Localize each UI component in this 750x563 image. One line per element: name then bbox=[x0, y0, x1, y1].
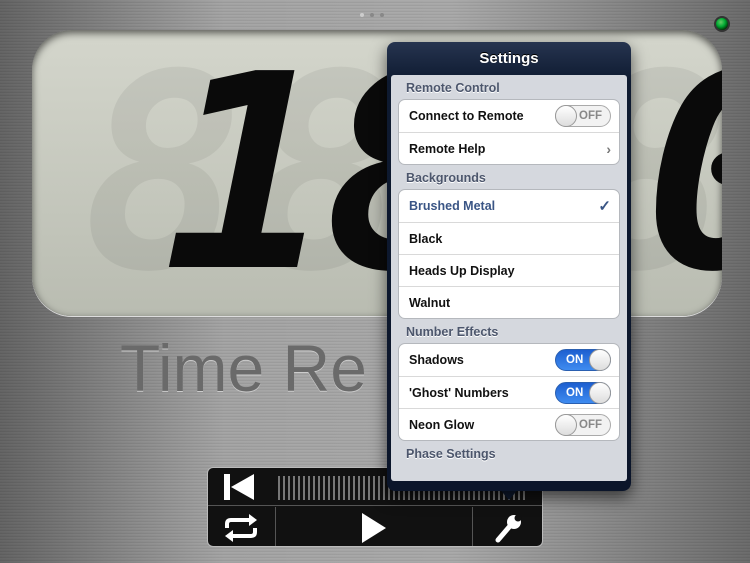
cell-label: Brushed Metal bbox=[409, 199, 496, 213]
cell-label: 'Ghost' Numbers bbox=[409, 385, 509, 400]
settings-button[interactable] bbox=[473, 507, 542, 546]
cell-label: Remote Help bbox=[409, 141, 486, 156]
chevron-right-icon: › bbox=[606, 140, 611, 157]
neon-glow-toggle[interactable]: OFF bbox=[555, 413, 611, 436]
popover-title: Settings bbox=[479, 50, 539, 67]
play-icon bbox=[362, 512, 386, 543]
section-header: Number Effects bbox=[406, 325, 499, 339]
skip-back-icon[interactable] bbox=[222, 472, 256, 502]
toggle-state: ON bbox=[566, 354, 584, 366]
toggle-state: ON bbox=[566, 386, 584, 399]
timer-label: Time Re bbox=[120, 331, 367, 405]
cell-label: Neon Glow bbox=[409, 417, 475, 432]
shadows-toggle[interactable]: ON bbox=[555, 349, 611, 371]
checkmark-icon: ✓ bbox=[598, 198, 611, 215]
cell-label: Shadows bbox=[409, 353, 464, 367]
cell-label: Black bbox=[409, 231, 443, 246]
section-header: Remote Control bbox=[406, 81, 500, 95]
neon-glow-cell: Neon Glow OFF bbox=[399, 408, 619, 440]
settings-popover: Settings Remote Control Connect to Remot… bbox=[387, 42, 631, 491]
remote-help-cell[interactable]: Remote Help › bbox=[399, 132, 619, 164]
repeat-button[interactable] bbox=[208, 507, 276, 546]
page-indicator[interactable] bbox=[360, 13, 384, 17]
ghost-numbers-cell: 'Ghost' Numbers ON bbox=[399, 376, 619, 408]
section-header: Backgrounds bbox=[406, 171, 486, 185]
repeat-icon bbox=[225, 513, 258, 542]
section-header: Phase Settings bbox=[406, 447, 496, 461]
toggle-state: OFF bbox=[579, 110, 602, 122]
background-heads-up-display[interactable]: Heads Up Display bbox=[399, 254, 619, 286]
settings-list[interactable]: Remote Control Connect to Remote OFF Rem… bbox=[391, 75, 627, 481]
shadows-cell: Shadows ON bbox=[399, 344, 619, 376]
cell-label: Connect to Remote bbox=[409, 109, 524, 123]
cell-label: Heads Up Display bbox=[409, 263, 515, 278]
background-walnut[interactable]: Walnut bbox=[399, 286, 619, 318]
play-button[interactable] bbox=[276, 507, 474, 546]
background-black[interactable]: Black bbox=[399, 222, 619, 254]
connect-remote-toggle[interactable]: OFF bbox=[555, 105, 611, 127]
wrench-icon bbox=[495, 514, 522, 542]
connect-to-remote-cell: Connect to Remote OFF bbox=[399, 100, 619, 132]
toggle-state: OFF bbox=[579, 418, 602, 431]
ghost-numbers-toggle[interactable]: ON bbox=[555, 381, 611, 404]
cell-label: Walnut bbox=[409, 295, 451, 310]
background-brushed-metal[interactable]: Brushed Metal ✓ bbox=[399, 190, 619, 222]
